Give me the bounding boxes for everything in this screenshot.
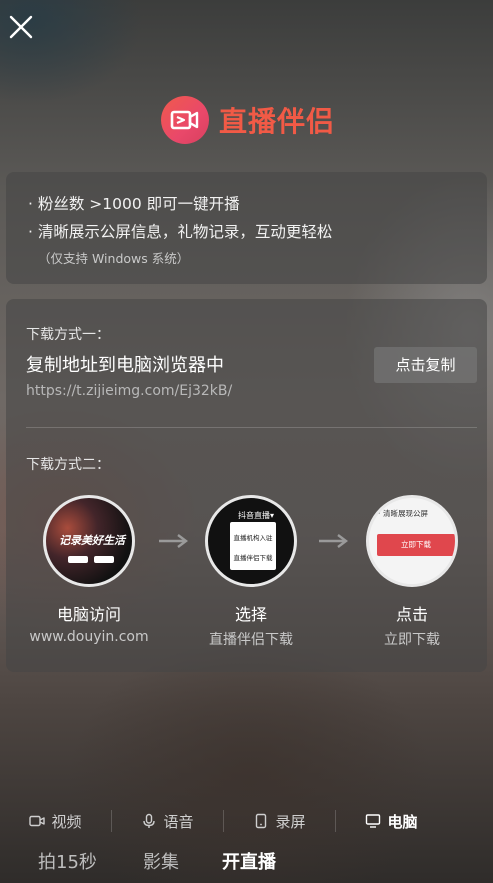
brand-name: 直播伴侣 <box>219 105 336 138</box>
thumbnail-menu-item: 直播伴侣下载 <box>233 554 273 562</box>
feature-item: · 粉丝数 >1000 即可一键开播 <box>28 195 240 213</box>
close-button[interactable] <box>8 14 34 40</box>
microphone-icon <box>143 813 156 828</box>
tab-computer[interactable]: 电脑 <box>336 811 447 832</box>
step-visit: 记录美好生活 电脑访问 www.douyin.com <box>19 495 159 645</box>
step-title: 选择 <box>234 605 267 624</box>
method1-label: 下载方式一： <box>26 327 110 343</box>
tab-label: 语音 <box>163 812 194 831</box>
tab-label: 电脑 <box>387 812 418 831</box>
brand-header: 直播伴侣 <box>161 96 335 144</box>
step-click: 清晰展现公屏 立即下载 点击 立即下载 <box>342 495 482 649</box>
copy-button[interactable]: 点击复制 <box>374 347 477 383</box>
platform-note: （仅支持 Windows 系统） <box>38 251 190 266</box>
step-subtitle: 直播伴侣下载 <box>209 632 293 648</box>
live-type-tabs: 视频 语音 录屏 电脑 <box>0 806 493 836</box>
menu-thumbnail: 抖音直播▾ 直播机构入驻 直播伴侣下载 <box>205 495 297 587</box>
thumbnail-slogan: 记录美好生活 <box>59 534 125 547</box>
method1-title: 复制地址到电脑浏览器中 <box>26 355 224 376</box>
method2-label: 下载方式二： <box>26 457 110 473</box>
tab-voice[interactable]: 语音 <box>112 811 223 832</box>
thumbnail-menu-item: 直播机构入驻 <box>233 534 273 542</box>
thumbnail-header: 抖音直播▾ <box>237 511 274 520</box>
thumbnail-download-button: 立即下载 <box>377 534 455 556</box>
close-icon <box>9 15 33 39</box>
tab-video[interactable]: 视频 <box>0 811 111 832</box>
thumbnail-text: 清晰展现公屏 <box>383 509 428 518</box>
mode-album[interactable]: 影集 <box>143 848 179 874</box>
download-url: https://t.zijieimg.com/Ej32kB/ <box>26 383 233 399</box>
download-card: 下载方式一： 复制地址到电脑浏览器中 https://t.zijieimg.co… <box>6 299 487 672</box>
download-page-thumbnail: 清晰展现公屏 立即下载 <box>366 495 458 587</box>
mode-go-live[interactable]: 开直播 <box>222 848 276 874</box>
mode-15s[interactable]: 拍15秒 <box>38 848 97 874</box>
step-title: 电脑访问 <box>56 605 121 624</box>
app-store-badge-icon <box>68 556 88 563</box>
google-play-badge-icon <box>94 556 114 563</box>
step-select: 抖音直播▾ 直播机构入驻 直播伴侣下载 选择 直播伴侣下载 <box>181 495 321 649</box>
monitor-icon <box>366 814 381 828</box>
thumbnail-menu: 直播机构入驻 直播伴侣下载 <box>230 522 276 570</box>
feature-item: · 清晰展示公屏信息，礼物记录，互动更轻松 <box>28 223 333 241</box>
step-title: 点击 <box>395 605 428 624</box>
step-subtitle: www.douyin.com <box>29 629 149 645</box>
features-card: · 粉丝数 >1000 即可一键开播 · 清晰展示公屏信息，礼物记录，互动更轻松… <box>6 172 487 284</box>
phone-screen-icon <box>256 813 267 829</box>
bullet-icon <box>377 511 380 514</box>
tab-label: 录屏 <box>275 812 306 831</box>
video-camera-icon <box>29 815 46 827</box>
step-subtitle: 立即下载 <box>384 632 440 648</box>
tab-screen-record[interactable]: 录屏 <box>224 811 335 832</box>
douyin-site-thumbnail: 记录美好生活 <box>43 495 135 587</box>
capture-mode-bar: 拍15秒 影集 开直播 <box>0 848 493 880</box>
divider <box>26 427 477 428</box>
live-companion-logo-icon <box>161 96 209 144</box>
tab-label: 视频 <box>51 812 82 831</box>
